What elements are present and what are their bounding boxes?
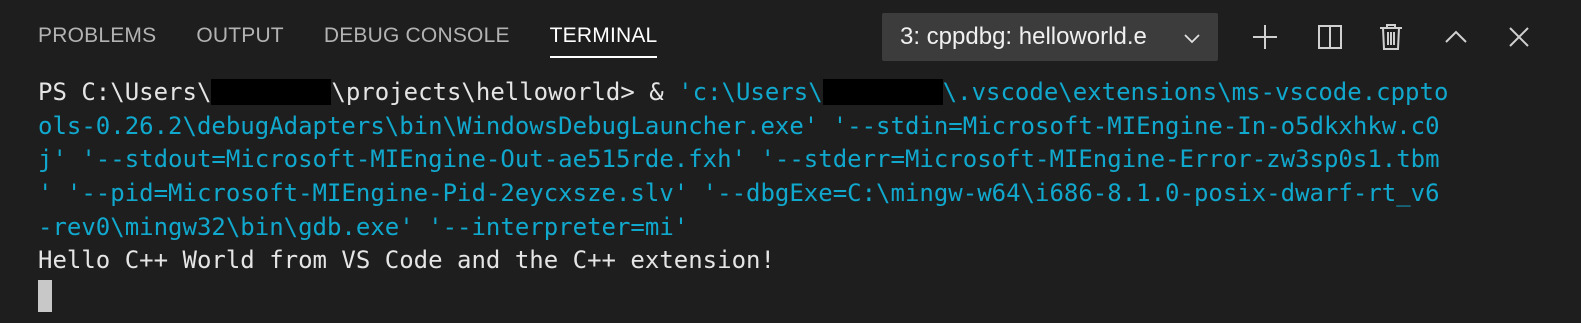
- terminal-panel: PROBLEMS OUTPUT DEBUG CONSOLE TERMINAL 3…: [0, 0, 1581, 323]
- split-icon: [1316, 23, 1344, 51]
- terminal-line: j' '--stdout=Microsoft-MIEngine-Out-ae51…: [38, 145, 1440, 174]
- redacted-username: [211, 79, 332, 105]
- tab-output[interactable]: OUTPUT: [196, 24, 284, 58]
- tab-problems[interactable]: PROBLEMS: [38, 24, 156, 58]
- terminal-line: PS C:\Users\ \projects\helloworld> & 'c:\…: [38, 76, 1548, 110]
- terminal-selector[interactable]: 3: cppdbg: helloworld.e: [882, 13, 1218, 61]
- tab-debug-console[interactable]: DEBUG CONSOLE: [324, 24, 510, 58]
- terminal-line: -rev0\mingw32\bin\gdb.exe' '--interprete…: [38, 212, 689, 241]
- chevron-down-icon: [1182, 27, 1202, 47]
- terminal-cursor-line: [38, 278, 1548, 313]
- program-output: Hello C++ World from VS Code and the C++…: [38, 246, 775, 275]
- panel-header: PROBLEMS OUTPUT DEBUG CONSOLE TERMINAL 3…: [0, 0, 1581, 76]
- close-panel-button[interactable]: [1502, 20, 1536, 54]
- terminal-line: ' '--pid=Microsoft-MIEngine-Pid-2eycxsze…: [38, 179, 1440, 208]
- redacted-username: [822, 79, 943, 105]
- prompt-prefix: PS C:\Users\: [38, 78, 212, 106]
- split-terminal-button[interactable]: [1313, 20, 1347, 54]
- terminal-line: ols-0.26.2\debugAdapters\bin\WindowsDebu…: [38, 111, 1440, 140]
- terminal-cursor: [38, 280, 52, 313]
- maximize-panel-button[interactable]: [1439, 20, 1473, 54]
- terminal-output[interactable]: PS C:\Users\ \projects\helloworld> & 'c:\…: [38, 76, 1548, 313]
- terminal-selector-value: 3: cppdbg: helloworld.e: [900, 23, 1147, 50]
- panel-tabs: PROBLEMS OUTPUT DEBUG CONSOLE TERMINAL: [38, 24, 697, 58]
- kill-terminal-button[interactable]: [1374, 20, 1408, 54]
- command-part: \.vscode\extensions\ms-vscode.cppto: [942, 78, 1449, 106]
- plus-icon: [1250, 22, 1280, 52]
- command-part: 'c:\Users\: [678, 78, 823, 106]
- trash-icon: [1377, 22, 1405, 52]
- tab-terminal[interactable]: TERMINAL: [549, 24, 658, 58]
- new-terminal-button[interactable]: [1248, 20, 1282, 54]
- close-icon: [1506, 24, 1532, 50]
- chevron-up-icon: [1442, 23, 1470, 51]
- prompt-suffix: \projects\helloworld> &: [331, 78, 679, 106]
